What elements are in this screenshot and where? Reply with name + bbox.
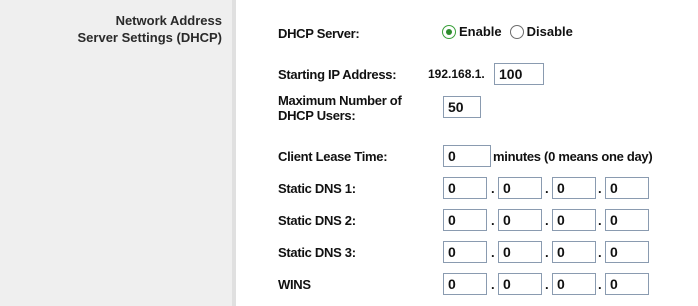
- max-users-label-line1: Maximum Number of: [278, 93, 402, 108]
- dhcp-server-label: DHCP Server:: [278, 26, 360, 41]
- static-dns3-octet3[interactable]: [552, 241, 596, 263]
- starting-ip-last-octet-input[interactable]: [494, 63, 544, 85]
- starting-ip-label: Starting IP Address:: [278, 67, 397, 82]
- dot-separator: .: [491, 277, 495, 292]
- dot-separator: .: [598, 213, 602, 228]
- dot-separator: .: [545, 245, 549, 260]
- dot-separator: .: [598, 181, 602, 196]
- static-dns1-octet1[interactable]: [443, 177, 487, 199]
- static-dns3-octet2[interactable]: [498, 241, 542, 263]
- static-dns2-octet4[interactable]: [605, 209, 649, 231]
- sidebar-panel: Network Address Server Settings (DHCP): [0, 0, 232, 306]
- wins-octet2[interactable]: [498, 273, 542, 295]
- static-dns2-octet1[interactable]: [443, 209, 487, 231]
- lease-time-input[interactable]: [443, 145, 491, 167]
- static-dns1-octet3[interactable]: [552, 177, 596, 199]
- section-title-line2: Server Settings (DHCP): [77, 30, 222, 45]
- dot-separator: .: [545, 181, 549, 196]
- lease-time-suffix: minutes (0 means one day): [493, 149, 653, 164]
- dhcp-enable-label[interactable]: Enable: [459, 24, 502, 39]
- static-dns1-octet4[interactable]: [605, 177, 649, 199]
- dot-separator: .: [545, 277, 549, 292]
- dhcp-disable-radio[interactable]: [509, 24, 524, 39]
- max-users-label: Maximum Number of DHCP Users:: [278, 93, 402, 123]
- static-dns2-octet3[interactable]: [552, 209, 596, 231]
- static-dns2-label: Static DNS 2:: [278, 213, 356, 228]
- static-dns3-label: Static DNS 3:: [278, 245, 356, 260]
- dhcp-settings-form: DHCP Server: Enable Disable Starting IP …: [236, 0, 698, 306]
- dhcp-disable-label[interactable]: Disable: [527, 24, 573, 39]
- static-dns2-octet2[interactable]: [498, 209, 542, 231]
- dot-separator: .: [598, 277, 602, 292]
- section-title: Network Address Server Settings (DHCP): [78, 12, 222, 46]
- static-dns1-octet2[interactable]: [498, 177, 542, 199]
- dhcp-enable-radio[interactable]: [442, 24, 456, 39]
- wins-octet3[interactable]: [552, 273, 596, 295]
- dot-separator: .: [491, 181, 495, 196]
- dot-separator: .: [545, 213, 549, 228]
- dhcp-server-radio-group: Enable Disable: [442, 24, 573, 39]
- max-users-input[interactable]: [443, 96, 481, 118]
- dot-separator: .: [598, 245, 602, 260]
- static-dns1-label: Static DNS 1:: [278, 181, 356, 196]
- starting-ip-prefix: 192.168.1.: [428, 67, 485, 81]
- max-users-label-line2: DHCP Users:: [278, 108, 356, 123]
- dot-separator: .: [491, 213, 495, 228]
- section-title-line1: Network Address: [115, 13, 222, 28]
- wins-octet1[interactable]: [443, 273, 487, 295]
- static-dns3-octet4[interactable]: [605, 241, 649, 263]
- wins-label: WINS: [278, 277, 311, 292]
- wins-octet4[interactable]: [605, 273, 649, 295]
- lease-time-label: Client Lease Time:: [278, 149, 388, 164]
- dot-separator: .: [491, 245, 495, 260]
- static-dns3-octet1[interactable]: [443, 241, 487, 263]
